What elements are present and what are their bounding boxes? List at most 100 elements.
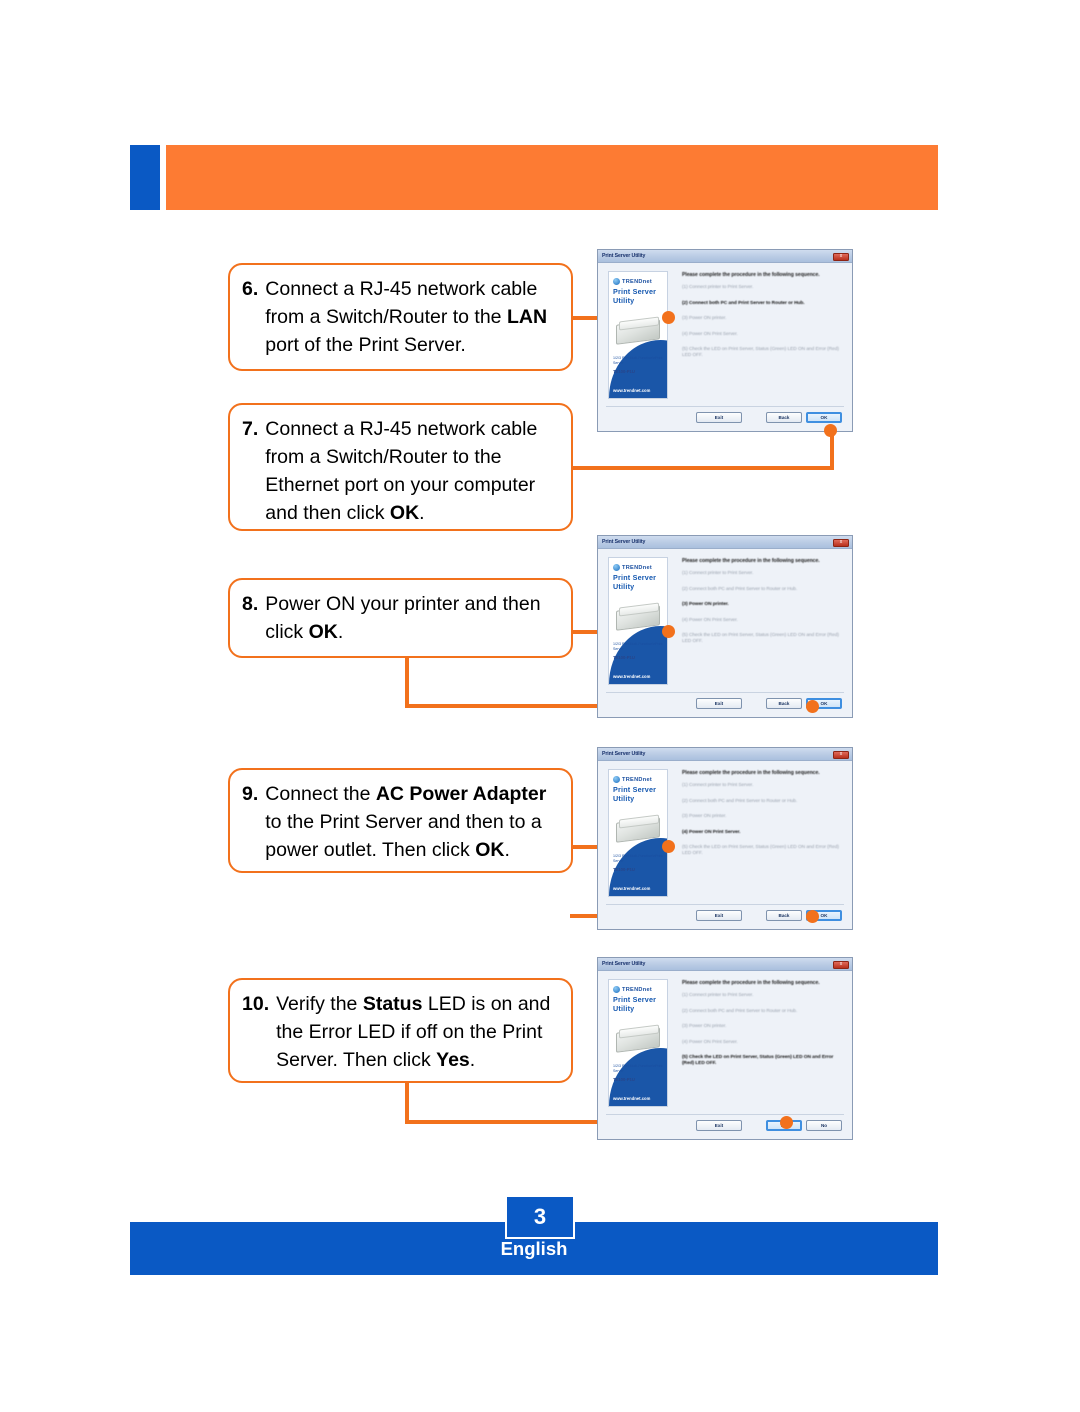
dialog-3-exit-button[interactable]: Exit bbox=[696, 910, 742, 921]
dialog-4-item-3: (3) Power ON printer. bbox=[682, 1024, 727, 1030]
step-9-number: 9. bbox=[242, 783, 259, 805]
dialog-2-item-2: (2) Connect both PC and Print Server to … bbox=[682, 586, 798, 592]
dialog-4-no-button[interactable]: No bbox=[806, 1120, 842, 1131]
close-icon[interactable]: x bbox=[833, 252, 849, 261]
dialog-3-title-bar[interactable]: Print Server Utility x bbox=[598, 748, 852, 761]
connector-dot-dialog2-item bbox=[662, 625, 675, 638]
dialog-4-model: TE100-P1U bbox=[613, 1077, 635, 1082]
dialog-4-item-1: (1) Connect printer to Print Server. bbox=[682, 993, 754, 998]
dialog-2-title: Print Server Utility bbox=[602, 539, 646, 545]
dialog-1-brand-panel: TRENDnet Print Server Utility 1/2/3 Port… bbox=[608, 271, 668, 399]
connector-dot-dialog3-item bbox=[662, 840, 675, 853]
globe-icon bbox=[613, 564, 620, 571]
print-server-utility-dialog-2[interactable]: Print Server Utility x TRENDnet Print Se… bbox=[597, 535, 853, 718]
header-orange-band bbox=[166, 145, 938, 210]
trendnet-logo-text: TRENDnet bbox=[622, 278, 653, 285]
dialog-2-item-5: (5) Check the LED on Print Server, Statu… bbox=[682, 633, 839, 644]
close-icon[interactable]: x bbox=[833, 750, 849, 759]
dialog-4-button-bar: Exit Yes No bbox=[598, 1119, 852, 1135]
dialog-4-item-2: (2) Connect both PC and Print Server to … bbox=[682, 1008, 798, 1014]
dialog-1-heading: Please complete the procedure in the fol… bbox=[682, 272, 820, 278]
step-6-number: 6. bbox=[242, 278, 259, 300]
step-9-text: Connect the AC Power Adapter to the Prin… bbox=[265, 783, 547, 861]
dialog-2-item-3: (3) Power ON printer. bbox=[682, 602, 729, 608]
dialog-2-exit-button[interactable]: Exit bbox=[696, 698, 742, 709]
dialog-4-title-bar[interactable]: Print Server Utility x bbox=[598, 958, 852, 971]
connector-dot-dialog3-ok bbox=[806, 910, 819, 923]
dialog-2-steps: Please complete the procedure in the fol… bbox=[682, 558, 846, 655]
connector-step10-drop-vertical bbox=[405, 1078, 409, 1124]
dialog-3-item-2: (2) Connect both PC and Print Server to … bbox=[682, 798, 798, 804]
dialog-3-steps: Please complete the procedure in the fol… bbox=[682, 770, 846, 867]
dialog-3-product-title: Print Server Utility bbox=[613, 785, 657, 803]
dialog-2-body: TRENDnet Print Server Utility 1/2/3 Port… bbox=[598, 549, 852, 717]
dialog-3-title: Print Server Utility bbox=[602, 751, 646, 757]
step-7-number: 7. bbox=[242, 418, 259, 440]
dialog-2-separator bbox=[606, 692, 844, 693]
dialog-3-separator bbox=[606, 904, 844, 905]
dialog-1-item-1: (1) Connect printer to Print Server. bbox=[682, 285, 754, 290]
callout-step-6: 6. Connect a RJ-45 network cable from a … bbox=[228, 263, 573, 371]
dialog-4-url: www.trendnet.com bbox=[613, 1096, 651, 1101]
dialog-4-item-5: (5) Check the LED on Print Server, Statu… bbox=[682, 1055, 834, 1066]
callout-step-10: 10. Verify the Status LED is on and the … bbox=[228, 978, 573, 1083]
dialog-3-back-button[interactable]: Back bbox=[766, 910, 802, 921]
dialog-3-model: TE100-P1U bbox=[613, 867, 635, 872]
dialog-1-title-bar[interactable]: Print Server Utility x bbox=[598, 250, 852, 263]
connector-dot-dialog2-ok bbox=[806, 700, 819, 713]
dialog-2-item-4: (4) Power ON Print Server. bbox=[682, 617, 738, 623]
dialog-4-heading: Please complete the procedure in the fol… bbox=[682, 980, 820, 986]
dialog-3-item-3: (3) Power ON printer. bbox=[682, 814, 727, 820]
print-server-utility-dialog-4[interactable]: Print Server Utility x TRENDnet Print Se… bbox=[597, 957, 853, 1140]
trendnet-logo: TRENDnet bbox=[613, 986, 667, 993]
dialog-1-steps: Please complete the procedure in the fol… bbox=[682, 272, 846, 369]
page-number-badge: 3 bbox=[505, 1195, 575, 1239]
step-7-text: Connect a RJ-45 network cable from a Swi… bbox=[265, 418, 538, 524]
dialog-2-item-1: (1) Connect printer to Print Server. bbox=[682, 571, 754, 576]
header-blue-accent bbox=[130, 145, 160, 210]
dialog-4-brand-panel: TRENDnet Print Server Utility 1/2/3 Port… bbox=[608, 979, 668, 1107]
callout-step-7: 7. Connect a RJ-45 network cable from a … bbox=[228, 403, 573, 531]
dialog-2-specs: 1/2/3 Port Multi-Function\nPrint Server bbox=[613, 642, 663, 651]
dialog-2-title-bar[interactable]: Print Server Utility x bbox=[598, 536, 852, 549]
step-10-text: Verify the Status LED is on and the Erro… bbox=[276, 993, 551, 1071]
step-8-text: Power ON your printer and then click OK. bbox=[265, 593, 541, 643]
print-server-utility-dialog-1[interactable]: Print Server Utility x TRENDnet Print Se… bbox=[597, 249, 853, 432]
callout-step-9: 9. Connect the AC Power Adapter to the P… bbox=[228, 768, 573, 873]
dialog-1-separator bbox=[606, 406, 844, 407]
dialog-2-heading: Please complete the procedure in the fol… bbox=[682, 558, 820, 564]
dialog-4-exit-button[interactable]: Exit bbox=[696, 1120, 742, 1131]
close-icon[interactable]: x bbox=[833, 538, 849, 547]
dialog-4-body: TRENDnet Print Server Utility 1/2/3 Port… bbox=[598, 971, 852, 1139]
dialog-1-back-button[interactable]: Back bbox=[766, 412, 802, 423]
dialog-1-item-2: (2) Connect both PC and Print Server to … bbox=[682, 300, 805, 306]
dialog-2-product-title: Print Server Utility bbox=[613, 573, 657, 591]
footer-language-label: English bbox=[500, 1238, 568, 1259]
trendnet-logo: TRENDnet bbox=[613, 278, 667, 285]
dialog-1-model: TE100-P1U bbox=[613, 369, 635, 374]
dialog-3-url: www.trendnet.com bbox=[613, 886, 651, 891]
dialog-1-item-4: (4) Power ON Print Server. bbox=[682, 331, 738, 337]
trendnet-logo: TRENDnet bbox=[613, 776, 667, 783]
dialog-1-title: Print Server Utility bbox=[602, 253, 646, 259]
connector-dot-dialog1-ok bbox=[824, 424, 837, 437]
dialog-4-product-title: Print Server Utility bbox=[613, 995, 657, 1013]
dialog-3-item-5: (5) Check the LED on Print Server, Statu… bbox=[682, 845, 839, 856]
dialog-1-ok-button[interactable]: OK bbox=[806, 412, 842, 423]
trendnet-logo-text: TRENDnet bbox=[622, 776, 653, 783]
dialog-2-brand-panel: TRENDnet Print Server Utility 1/2/3 Port… bbox=[608, 557, 668, 685]
page-header-banner bbox=[130, 145, 938, 210]
dialog-4-separator bbox=[606, 1114, 844, 1115]
globe-icon bbox=[613, 278, 620, 285]
dialog-4-title: Print Server Utility bbox=[602, 961, 646, 967]
dialog-3-item-4: (4) Power ON Print Server. bbox=[682, 829, 741, 835]
trendnet-logo-text: TRENDnet bbox=[622, 564, 653, 571]
dialog-2-back-button[interactable]: Back bbox=[766, 698, 802, 709]
trendnet-logo-text: TRENDnet bbox=[622, 986, 653, 993]
globe-icon bbox=[613, 776, 620, 783]
dialog-1-exit-button[interactable]: Exit bbox=[696, 412, 742, 423]
print-server-utility-dialog-3[interactable]: Print Server Utility x TRENDnet Print Se… bbox=[597, 747, 853, 930]
dialog-3-specs: 1/2/3 Port Multi-Function\nPrint Server bbox=[613, 854, 663, 863]
dialog-1-url: www.trendnet.com bbox=[613, 388, 651, 393]
close-icon[interactable]: x bbox=[833, 960, 849, 969]
